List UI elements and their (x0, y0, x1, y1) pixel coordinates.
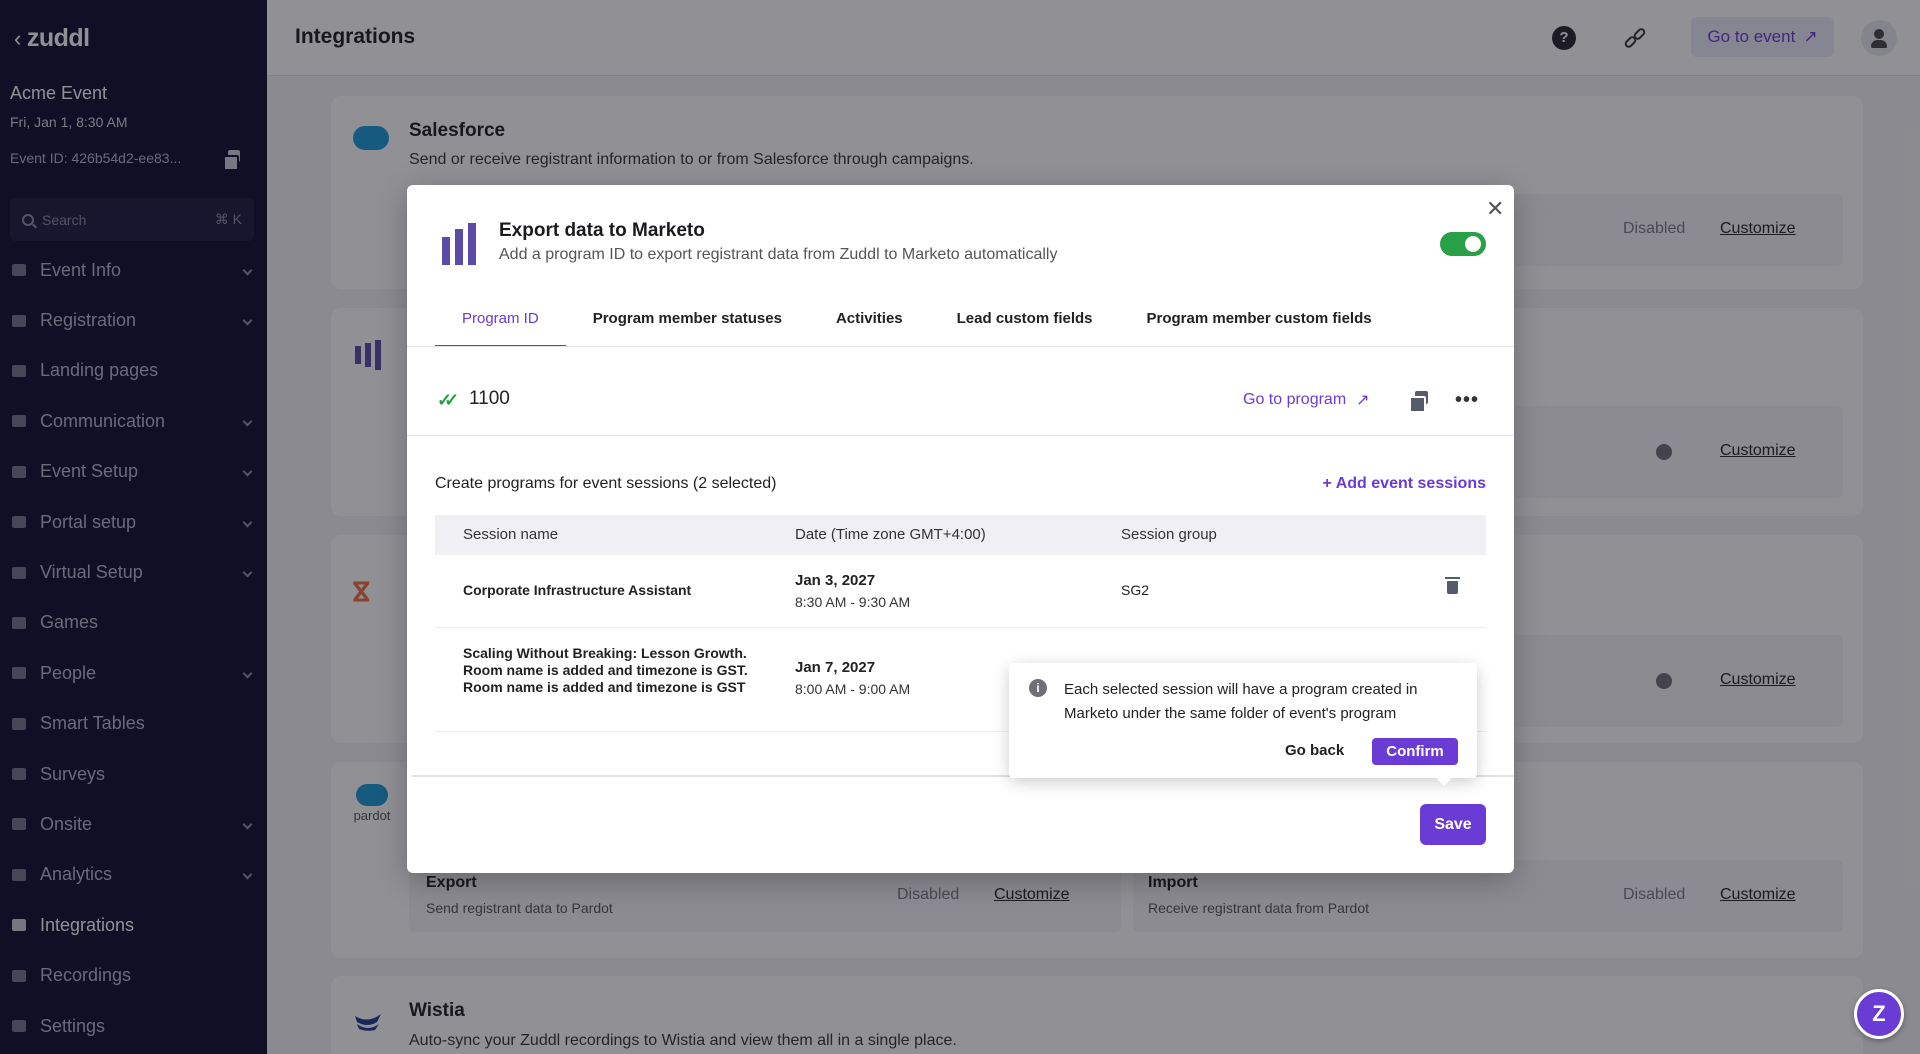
more-options-icon[interactable]: ••• (1455, 389, 1479, 412)
session-time: 8:30 AM - 9:30 AM (795, 594, 911, 610)
go-to-program-label: Go to program (1243, 391, 1347, 408)
column-header-session-name: Session name (463, 526, 559, 543)
add-event-sessions-button[interactable]: + Add event sessions (1320, 475, 1486, 493)
session-name: Scaling Without Breaking: Lesson Growth.… (463, 645, 748, 695)
program-id-value: 1100 (469, 388, 510, 409)
sessions-section-title: Create programs for event sessions (2 se… (435, 475, 777, 492)
table-header: Session name Date (Time zone GMT+4:00) S… (435, 515, 1486, 555)
column-header-date: Date (Time zone GMT+4:00) (795, 526, 986, 543)
modal-tabs: Program ID Program member statuses Activ… (435, 289, 1399, 347)
close-icon[interactable]: ✕ (1486, 198, 1504, 220)
table-row: Corporate Infrastructure Assistant Jan 3… (435, 555, 1486, 628)
trash-icon[interactable] (1445, 577, 1460, 594)
divider (407, 346, 1514, 347)
arrow-up-right-icon: ↗ (1356, 392, 1370, 409)
modal-title: Export data to Marketo (499, 220, 705, 241)
confirm-popover: i Each selected session will have a prog… (1009, 663, 1477, 787)
popover-message: Each selected session will have a progra… (1064, 681, 1418, 722)
column-header-session-group: Session group (1121, 526, 1217, 543)
tab-program-member-statuses[interactable]: Program member statuses (566, 289, 809, 347)
session-group: SG2 (1121, 582, 1150, 598)
chat-support-button[interactable]: Z (1854, 989, 1904, 1039)
confirm-button[interactable]: Confirm (1372, 738, 1458, 765)
tab-program-member-custom-fields[interactable]: Program member custom fields (1120, 289, 1399, 347)
tab-program-id[interactable]: Program ID (435, 289, 566, 347)
tab-activities[interactable]: Activities (809, 289, 930, 347)
save-button[interactable]: Save (1420, 804, 1486, 845)
session-date: Jan 7, 2027 (795, 659, 876, 676)
go-back-button[interactable]: Go back (1285, 742, 1344, 759)
session-name: Corporate Infrastructure Assistant (463, 582, 692, 598)
marketo-logo (442, 223, 480, 265)
modal-subtitle: Add a program ID to export registrant da… (499, 246, 1058, 263)
tab-lead-custom-fields[interactable]: Lead custom fields (930, 289, 1120, 347)
session-date: Jan 3, 2027 (795, 572, 876, 589)
export-enabled-toggle[interactable] (1440, 232, 1486, 256)
session-time: 8:00 AM - 9:00 AM (795, 681, 911, 697)
copy-icon[interactable] (1409, 391, 1429, 413)
double-check-icon: ✓✓ (437, 390, 459, 410)
go-to-program-link[interactable]: Go to program ↗ (1243, 390, 1370, 410)
info-icon: i (1029, 679, 1047, 697)
divider (407, 435, 1514, 436)
